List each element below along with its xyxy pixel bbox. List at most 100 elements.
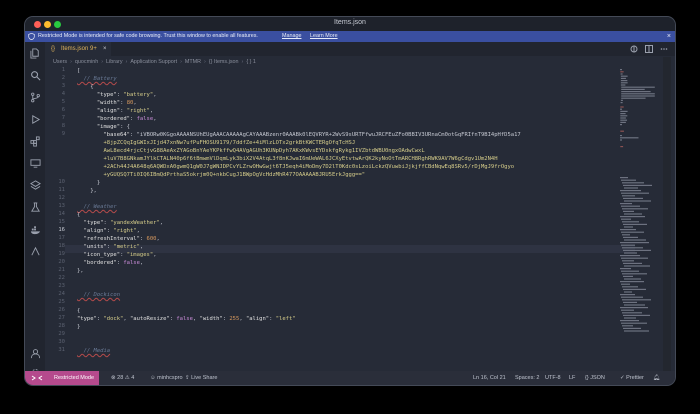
code-editor[interactable]: [ // Battery { "type": "battery", "width…: [77, 67, 637, 377]
code-line[interactable]: },: [77, 267, 84, 275]
minimap-line: [624, 291, 632, 293]
extensions-icon[interactable]: [29, 135, 41, 147]
code-line[interactable]: {: [77, 307, 80, 315]
tab-items-json[interactable]: {} Items.json 9+ ×: [45, 42, 111, 56]
learn-more-link[interactable]: Learn More: [310, 31, 338, 42]
minimap-line: [621, 296, 643, 298]
breadcrumb-item[interactable]: Library: [106, 59, 122, 65]
user-indicator[interactable]: ☺ minhcspro: [150, 371, 183, 385]
minimap-line: [621, 88, 645, 90]
code-line[interactable]: "image": {: [77, 123, 130, 131]
docker-icon[interactable]: [29, 223, 41, 235]
minimap-line: [623, 262, 642, 264]
close-tab-icon[interactable]: ×: [103, 42, 107, 56]
cursor-position[interactable]: Ln 16, Col 21: [473, 371, 506, 385]
vertical-scrollbar[interactable]: [663, 57, 671, 377]
editor-window: Items.json Restricted Mode is intended f…: [25, 17, 675, 385]
encoding[interactable]: UTF-8: [545, 371, 561, 385]
code-line[interactable]: }: [77, 323, 80, 331]
minimap-line: [620, 216, 645, 218]
json-file-icon: {}: [51, 46, 56, 52]
minimap-line: [622, 247, 643, 249]
accounts-icon[interactable]: [29, 347, 41, 359]
search-icon[interactable]: [29, 69, 41, 81]
indentation[interactable]: Spaces: 2: [515, 371, 539, 385]
line-number: 27: [58, 315, 65, 321]
minimap[interactable]: [618, 67, 658, 377]
line-number: 3: [61, 83, 65, 89]
code-line[interactable]: "units": "metric",: [77, 243, 144, 251]
code-line[interactable]: "type": "yandexWeather",: [77, 219, 163, 227]
testing-icon[interactable]: [29, 201, 41, 213]
split-editor-icon[interactable]: [644, 44, 654, 54]
code-line[interactable]: "refreshInterval": 600,: [77, 235, 160, 243]
minimap-line: [620, 69, 622, 71]
code-line[interactable]: +luV7B8GNkamJYlkCTALN40p6f6tBmwmVlDqmLyk…: [77, 155, 497, 163]
prettier-status[interactable]: ✓ Prettier: [620, 371, 644, 385]
minimap-line: [622, 208, 648, 210]
remote-explorer-icon[interactable]: [29, 157, 41, 169]
code-line[interactable]: "type": "dock", "autoResize": false, "wi…: [77, 315, 296, 323]
minimap-line: [620, 108, 622, 110]
code-line[interactable]: "width": 80,: [77, 99, 137, 107]
code-line[interactable]: "type": "battery",: [77, 91, 157, 99]
minimap-line: [624, 265, 650, 267]
compare-icon[interactable]: [629, 44, 639, 54]
run-debug-icon[interactable]: [29, 113, 41, 125]
files-icon[interactable]: [29, 47, 41, 59]
minimap-line: [622, 325, 633, 327]
code-line[interactable]: // Battery: [77, 75, 117, 83]
code-line[interactable]: +2ACh44J4A648q6AQWDxA0gwmQ1gW0J7gWNJDPCv…: [77, 163, 514, 171]
line-number: 14: [58, 211, 65, 217]
branch-icon[interactable]: [29, 245, 41, 257]
minimap-line: [622, 286, 638, 288]
code-line[interactable]: "align": "right",: [77, 227, 140, 235]
manage-link[interactable]: Manage: [282, 31, 301, 42]
problems-indicator[interactable]: ⊗ 28 ⚠ 4: [111, 371, 134, 385]
remote-indicator-icon[interactable]: [25, 371, 49, 385]
language-mode[interactable]: {} JSON: [585, 371, 605, 385]
minimap-line: [622, 273, 647, 275]
minimap-line: [620, 124, 622, 126]
source-control-icon[interactable]: [29, 91, 41, 103]
breadcrumb-item[interactable]: Users: [53, 59, 67, 65]
code-line[interactable]: }: [77, 179, 100, 187]
minimap-line: [621, 322, 647, 324]
live-share-button[interactable]: ⇪ Live Share: [185, 371, 217, 385]
status-bar: Restricted Mode ⊗ 28 ⚠ 4 ☺ minhcspro ⇪ L…: [25, 371, 675, 385]
breadcrumb-item[interactable]: { } 1: [246, 59, 256, 65]
code-line[interactable]: "bordered": false,: [77, 115, 157, 123]
breadcrumb-item[interactable]: quocminh: [75, 59, 98, 65]
minimap-line: [624, 278, 641, 280]
code-line[interactable]: "icon_type": "images",: [77, 251, 157, 259]
code-line[interactable]: AwL8ecd4rjcCtjvG88AeAxZYAGoBnYAeYKPkffwQ…: [77, 147, 424, 155]
minimap-line: [624, 304, 645, 306]
code-line[interactable]: },: [77, 187, 97, 195]
code-line[interactable]: // Weather: [77, 203, 117, 211]
breadcrumb-item[interactable]: Application Support: [130, 59, 177, 65]
notifications-bell-icon[interactable]: 🔔︎: [653, 371, 660, 385]
code-line[interactable]: // Dockicon: [77, 291, 120, 299]
close-banner-icon[interactable]: ×: [667, 31, 671, 42]
breadcrumb-item[interactable]: MTMR: [185, 59, 201, 65]
code-line[interactable]: "bordered": false,: [77, 259, 144, 267]
code-line[interactable]: {: [77, 83, 93, 91]
minimap-line: [620, 117, 626, 119]
code-line[interactable]: +8jpZCQqIgGWIxJIjd47xnNw7ufPuFHOSU9179/7…: [77, 139, 355, 147]
more-actions-icon[interactable]: [659, 44, 669, 54]
minimap-line: [621, 218, 631, 220]
layers-icon[interactable]: [29, 179, 41, 191]
minimap-line: [620, 135, 622, 137]
end-of-line[interactable]: LF: [569, 371, 575, 385]
code-line[interactable]: [: [77, 67, 80, 75]
code-line[interactable]: "base64": "iVBORw0KGgoAAAANSUhEUgAAACAAA…: [77, 131, 521, 139]
code-line[interactable]: +yGUQSQ7Ti0IQ6IBmQdPrthaS5okrjm0Q+nkbCug…: [77, 171, 365, 179]
code-line[interactable]: {: [77, 211, 80, 219]
code-line[interactable]: // Media: [77, 347, 111, 355]
code-line[interactable]: "align": "right",: [77, 107, 153, 115]
minimap-line: [620, 82, 628, 84]
restricted-mode-indicator[interactable]: Restricted Mode: [49, 371, 100, 385]
breadcrumb-item[interactable]: {} Items.json: [209, 59, 239, 65]
minimap-line: [624, 252, 637, 254]
line-number: 29: [58, 331, 65, 337]
